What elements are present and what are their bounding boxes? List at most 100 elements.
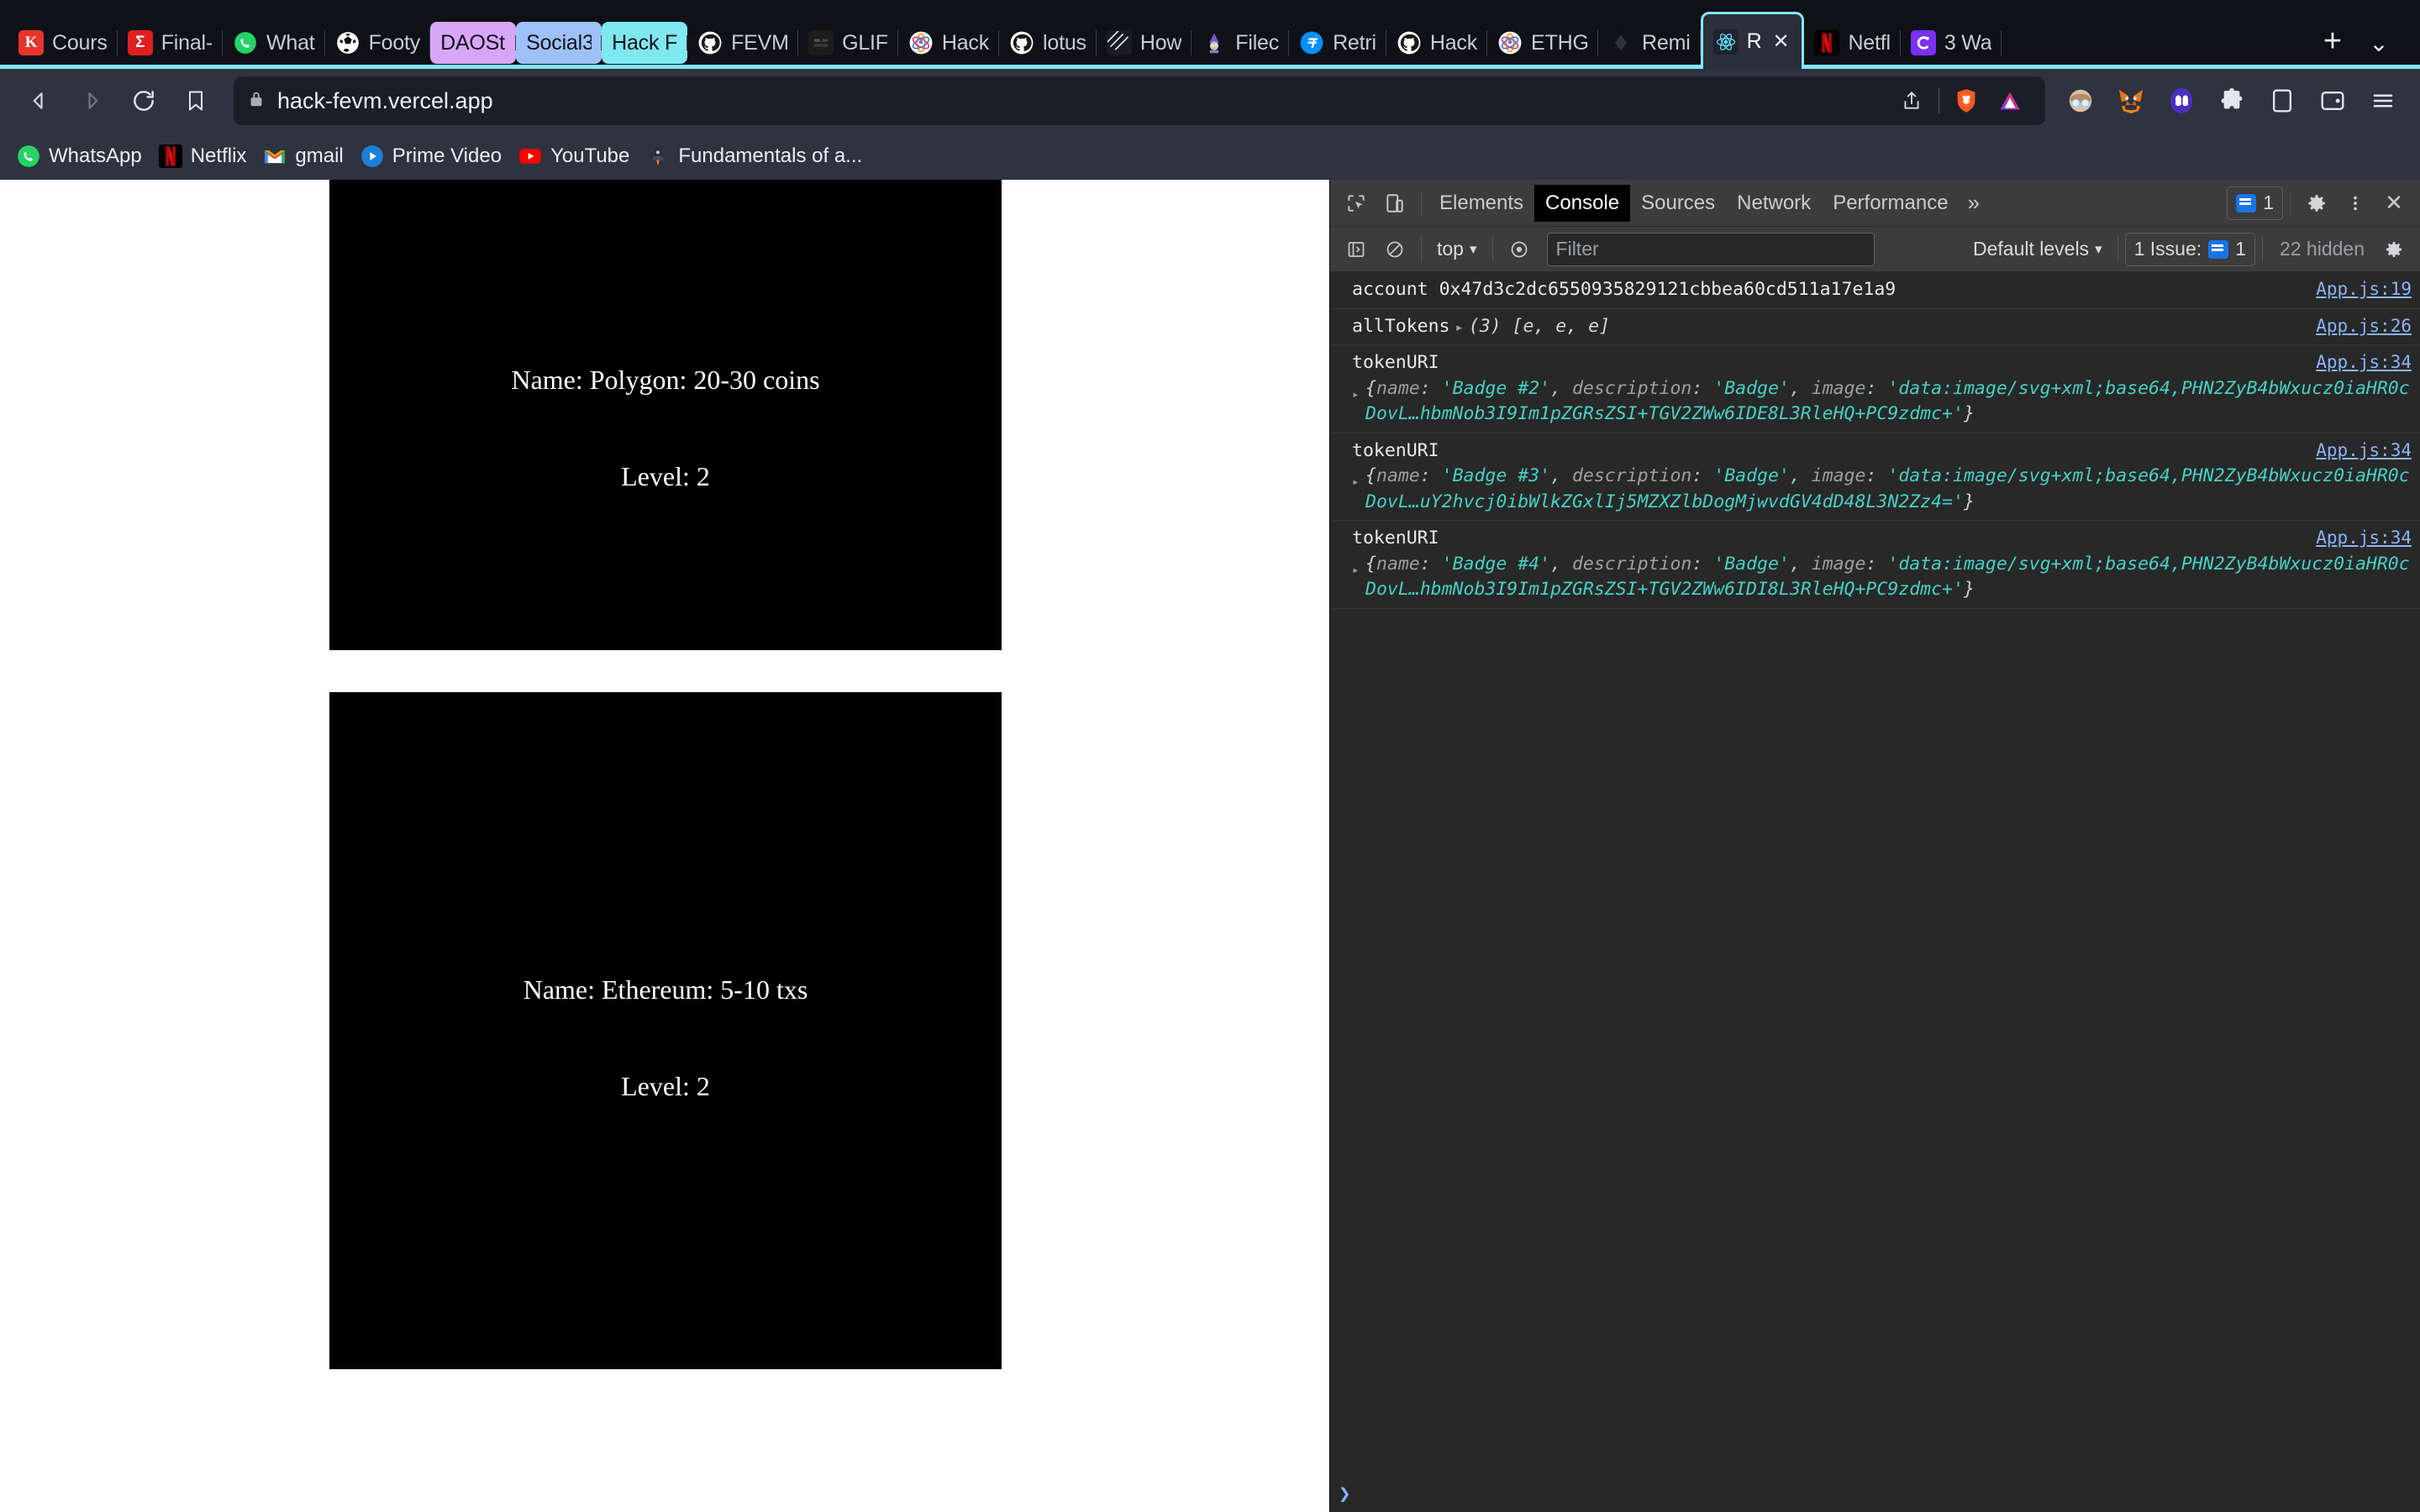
bookmark-item[interactable]: gmail bbox=[260, 144, 356, 168]
browser-tab[interactable]: FEVM bbox=[687, 17, 799, 69]
expand-triangle-icon[interactable]: ▸ bbox=[1352, 387, 1359, 404]
console-message: tokenURI App.js:34 ▸ {name: 'Badge #2', des… bbox=[1330, 345, 2420, 433]
brave-rewards-icon[interactable] bbox=[1988, 79, 2032, 123]
browser-tab[interactable]: ETHG bbox=[1487, 17, 1599, 69]
forward-button[interactable] bbox=[66, 75, 118, 127]
console-input-prompt[interactable]: ❯ bbox=[1330, 1475, 2420, 1512]
browser-tab[interactable]: Σ Final- bbox=[118, 17, 224, 69]
tab-title: GLIF bbox=[842, 30, 888, 55]
brave-menu-hamburger-icon[interactable] bbox=[2360, 77, 2407, 124]
console-source-link[interactable]: App.js:34 bbox=[2316, 438, 2412, 464]
devtools-tab-sources[interactable]: Sources bbox=[1630, 185, 1726, 222]
console-message-body: allTokens ▸ (3) [e, e, e] bbox=[1352, 314, 2302, 340]
bookmark-item[interactable]: Fundamentals of a... bbox=[643, 144, 876, 168]
bookmark-item[interactable]: Netflix bbox=[155, 144, 260, 168]
browser-tab[interactable]: Footy bbox=[325, 17, 431, 69]
bookmark-item[interactable]: Prime Video bbox=[357, 144, 515, 168]
browser-tab[interactable]: Hack FEVM bbox=[602, 22, 688, 64]
browser-tab[interactable]: Social3 bbox=[516, 22, 602, 64]
console-source-link[interactable]: App.js:26 bbox=[2316, 314, 2412, 339]
share-icon[interactable] bbox=[1890, 79, 1933, 123]
nft-level-text: Level: 2 bbox=[621, 1071, 710, 1101]
close-icon[interactable]: ✕ bbox=[1770, 31, 1791, 53]
tab-title: Hack FEVM bbox=[612, 30, 678, 55]
live-expression-eye-icon[interactable] bbox=[1500, 230, 1539, 269]
browser-tab[interactable]: Retri bbox=[1289, 17, 1386, 69]
tab-title: Retri bbox=[1333, 30, 1376, 55]
tab-title: Hack bbox=[1429, 30, 1478, 55]
browser-tab[interactable]: 3 Wa bbox=[1901, 17, 2002, 69]
new-tab-button[interactable]: + bbox=[2309, 18, 2356, 65]
tab-strip: K Cours Σ Final- What Footy DAOStruct Social3 Ha… bbox=[0, 0, 2420, 69]
device-toolbar-icon[interactable] bbox=[1376, 184, 1414, 223]
browser-tab[interactable]: What bbox=[223, 17, 325, 69]
browser-tab[interactable]: Hack bbox=[898, 17, 1000, 69]
back-button[interactable] bbox=[13, 75, 66, 127]
phantom-wallet-icon[interactable] bbox=[2158, 77, 2205, 124]
expand-triangle-icon[interactable]: ▸ bbox=[1455, 319, 1464, 336]
object-key-image: image bbox=[1811, 377, 1866, 399]
browser-tab[interactable]: Filec bbox=[1192, 17, 1289, 69]
browser-tab[interactable]: Hack bbox=[1386, 17, 1488, 69]
devtools-kebab-menu-icon[interactable] bbox=[2336, 184, 2375, 223]
devtools-close-icon[interactable]: ✕ bbox=[2375, 184, 2413, 223]
clear-console-icon[interactable] bbox=[1376, 230, 1414, 269]
profile-avatar-icon[interactable] bbox=[2057, 77, 2104, 124]
console-source-link[interactable]: App.js:19 bbox=[2316, 277, 2412, 302]
devtools-more-tabs-icon[interactable]: » bbox=[1960, 185, 1988, 222]
devtools-tab-elements[interactable]: Elements bbox=[1428, 185, 1534, 222]
browser-tab[interactable]: R ✕ bbox=[1700, 12, 1805, 69]
brave-wallet-icon[interactable] bbox=[2309, 77, 2356, 124]
console-issues-chip[interactable]: 1 Issue: 1 bbox=[2124, 232, 2255, 266]
browser-tab[interactable]: Netfl bbox=[1804, 17, 1902, 69]
console-sidebar-toggle-icon[interactable] bbox=[1337, 230, 1376, 269]
gmail-icon bbox=[263, 144, 287, 168]
omnibox-actions bbox=[1890, 79, 2032, 123]
devtools-tab-network[interactable]: Network bbox=[1726, 185, 1822, 222]
console-message-header: tokenURI App.js:34 bbox=[1352, 350, 2412, 376]
tab-search-chevron-down-icon[interactable]: ⌄ bbox=[2356, 20, 2402, 66]
bookmark-label: Netflix bbox=[190, 144, 247, 167]
browser-tab[interactable]: lotus bbox=[999, 17, 1097, 69]
expand-triangle-icon[interactable]: ▸ bbox=[1352, 563, 1359, 580]
extensions-puzzle-icon[interactable] bbox=[2208, 77, 2255, 124]
football-icon bbox=[335, 30, 360, 55]
metamask-icon[interactable] bbox=[2107, 77, 2154, 124]
object-open-brace: { bbox=[1365, 553, 1376, 575]
execution-context-selector[interactable]: top ▾ bbox=[1428, 233, 1486, 266]
nft-name-text: Name: Polygon: 20-30 coins bbox=[511, 365, 820, 395]
console-source-link[interactable]: App.js:34 bbox=[2316, 526, 2412, 551]
sidebar-toggle-icon[interactable] bbox=[2259, 77, 2306, 124]
tab-title: 3 Wa bbox=[1944, 30, 1992, 55]
console-message: account 0x47d3c2dc6550935829121cbbea60cd… bbox=[1330, 272, 2420, 309]
tab-title: Final- bbox=[160, 30, 213, 55]
object-key-name: name bbox=[1376, 465, 1420, 487]
browser-tab[interactable]: K Cours bbox=[8, 17, 118, 69]
object-value-name: 'Badge #3' bbox=[1441, 465, 1551, 487]
tab-title: Netfl bbox=[1848, 30, 1891, 55]
browser-tab[interactable]: GLIF bbox=[798, 17, 898, 69]
bookmark-page-icon[interactable] bbox=[170, 75, 222, 127]
url-bar[interactable]: hack-fevm.vercel.app bbox=[234, 76, 2045, 125]
ethglobal-icon bbox=[908, 30, 934, 55]
browser-tab[interactable]: DAOStruct bbox=[430, 22, 517, 64]
issues-counter-chip[interactable]: 1 bbox=[2227, 186, 2283, 220]
reload-button[interactable] bbox=[118, 75, 170, 127]
settings-gear-icon[interactable] bbox=[2297, 184, 2336, 223]
console-settings-gear-icon[interactable] bbox=[2375, 230, 2413, 269]
devtools-tab-console[interactable]: Console bbox=[1534, 184, 1631, 222]
browser-tab[interactable]: How bbox=[1097, 17, 1192, 69]
console-log-label: account bbox=[1352, 279, 1428, 300]
toolbar-divider bbox=[2290, 190, 2291, 216]
console-source-link[interactable]: App.js:34 bbox=[2316, 350, 2412, 375]
inspect-element-icon[interactable] bbox=[1337, 184, 1376, 223]
devtools-tab-performance[interactable]: Performance bbox=[1822, 185, 1959, 222]
bookmark-item[interactable]: YouTube bbox=[515, 144, 643, 168]
console-filter-input[interactable]: Filter bbox=[1546, 232, 1875, 266]
log-level-selector[interactable]: Default levels ▾ bbox=[1965, 233, 2111, 266]
expand-triangle-icon[interactable]: ▸ bbox=[1352, 475, 1359, 491]
brave-shields-icon[interactable] bbox=[1944, 79, 1988, 123]
bookmark-item[interactable]: WhatsApp bbox=[13, 144, 155, 168]
browser-tab[interactable]: Remi bbox=[1598, 17, 1701, 69]
tab-title: FEVM bbox=[731, 30, 789, 55]
